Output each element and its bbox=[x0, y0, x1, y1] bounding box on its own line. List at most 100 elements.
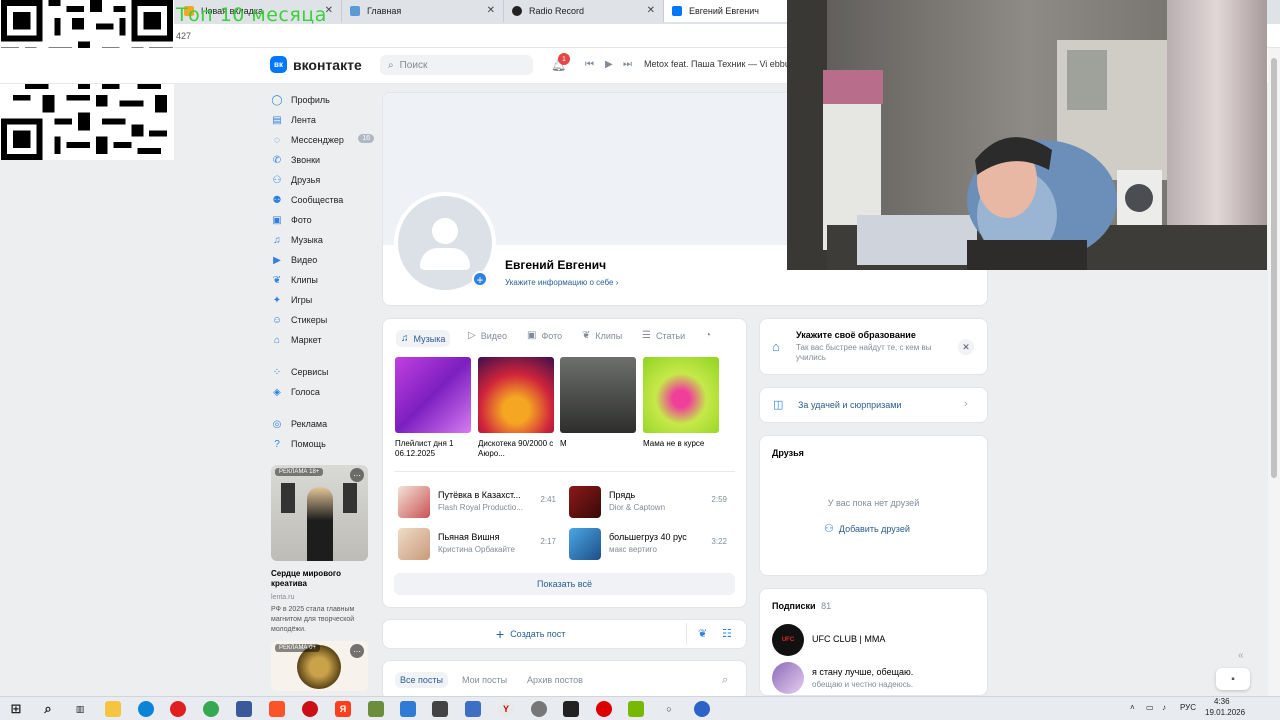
track-artist[interactable]: Dior & Captown bbox=[609, 503, 665, 512]
app-icon[interactable] bbox=[465, 701, 481, 717]
tab-my-posts[interactable]: Мои посты bbox=[462, 675, 507, 685]
album-card[interactable]: М bbox=[560, 357, 636, 449]
add-photo-icon[interactable]: + bbox=[472, 271, 488, 287]
nav-item-video[interactable]: ▶ Видео bbox=[270, 250, 380, 270]
tab-clips[interactable]: ❦ Клипы bbox=[582, 330, 622, 341]
nav-item-feed[interactable]: ▤ Лента bbox=[270, 110, 380, 130]
collapse-icon[interactable]: « bbox=[1238, 650, 1244, 661]
nav-item-music[interactable]: ♫ Музыка bbox=[270, 230, 380, 250]
chat-icon[interactable]: ▪ bbox=[1216, 668, 1250, 690]
friends-title[interactable]: Друзья bbox=[772, 448, 804, 458]
album-cover[interactable] bbox=[478, 357, 554, 433]
tab-archive[interactable]: Архив постов bbox=[527, 675, 583, 685]
album-cover[interactable] bbox=[395, 357, 471, 433]
album-card[interactable]: Плейлист дня 1 06.12.2025 bbox=[395, 357, 471, 459]
nav-item-calls[interactable]: ✆ Звонки bbox=[270, 150, 380, 170]
album-card[interactable]: Дискотека 90/2000 с Аюро... bbox=[478, 357, 554, 459]
nav-item-votes[interactable]: ◈ Голоса bbox=[270, 382, 380, 402]
network-icon[interactable]: ▭ bbox=[1146, 703, 1154, 712]
ad-block[interactable]: РЕКЛАМА 0+ ⋯ bbox=[271, 641, 368, 691]
education-title[interactable]: Укажите своё образование bbox=[796, 330, 916, 340]
app-icon[interactable]: ○ bbox=[661, 701, 677, 717]
task-view-icon[interactable]: ▥ bbox=[72, 701, 88, 717]
windows-start-icon[interactable]: ⊞ bbox=[8, 701, 24, 717]
app-icon[interactable] bbox=[694, 701, 710, 717]
search-icon[interactable]: ⌕ bbox=[40, 701, 56, 717]
ad-image[interactable]: РЕКЛАМА 0+ ⋯ bbox=[271, 641, 368, 691]
clips-icon[interactable]: ❦ bbox=[698, 627, 707, 640]
now-playing-track[interactable]: Metox feat. Паша Техник — Vi ebbu ( bbox=[644, 59, 795, 69]
app-icon[interactable] bbox=[432, 701, 448, 717]
browser-tab[interactable]: Главная ✕ bbox=[342, 0, 504, 22]
ad-block[interactable]: РЕКЛАМА 18+ ⋯ Сердце мирового креатива l… bbox=[271, 465, 368, 635]
nav-item-help[interactable]: ? Помощь bbox=[270, 434, 380, 454]
vk-logo-icon[interactable]: вк bbox=[270, 56, 287, 73]
group-avatar[interactable]: UFC bbox=[772, 624, 804, 656]
app-icon[interactable] bbox=[236, 701, 252, 717]
tab-more[interactable]: ◔ bbox=[705, 330, 716, 341]
album-title[interactable]: М bbox=[560, 439, 636, 449]
scrollbar-thumb[interactable] bbox=[1271, 58, 1277, 478]
opera-gx-icon[interactable] bbox=[302, 701, 318, 717]
volume-icon[interactable]: ♪ bbox=[1162, 703, 1166, 712]
previous-track-icon[interactable]: ⏮︎ bbox=[585, 59, 594, 70]
yandex-icon[interactable]: Y bbox=[498, 701, 514, 717]
album-cover[interactable] bbox=[643, 357, 719, 433]
group-avatar[interactable] bbox=[772, 662, 804, 694]
yandex-browser-icon[interactable]: Я bbox=[335, 701, 351, 717]
create-post-button[interactable]: + Создать пост bbox=[496, 626, 565, 642]
track-artist[interactable]: Flash Royal Productio... bbox=[438, 503, 523, 512]
nav-item-friends[interactable]: ⚇ Друзья bbox=[270, 170, 380, 190]
file-explorer-icon[interactable] bbox=[105, 701, 121, 717]
tab-music[interactable]: ♫ Музыка bbox=[396, 330, 451, 347]
ad-title[interactable]: Сердце мирового креатива bbox=[271, 569, 368, 589]
chrome-icon[interactable] bbox=[203, 701, 219, 717]
browser-tab[interactable]: Radio Record ✕ bbox=[504, 0, 664, 22]
nav-item-profile[interactable]: ◯ Профиль bbox=[270, 90, 380, 110]
subscriptions-header[interactable]: Подписки 81 bbox=[772, 601, 831, 611]
track-row[interactable]: Прядь Dior & Captown 2:59 bbox=[569, 486, 727, 518]
profile-info-link[interactable]: Укажите информацию о себе › bbox=[505, 278, 618, 287]
app-icon[interactable] bbox=[400, 701, 416, 717]
brave-icon[interactable] bbox=[269, 701, 285, 717]
album-card[interactable]: Мама не в курсе bbox=[643, 357, 719, 449]
nav-item-clips[interactable]: ❦ Клипы bbox=[270, 270, 380, 290]
nav-item-services[interactable]: ⁘ Сервисы bbox=[270, 362, 380, 382]
opera-icon[interactable] bbox=[170, 701, 186, 717]
brand-name[interactable]: вконтакте bbox=[293, 57, 362, 73]
clock-time[interactable]: 4:36 bbox=[1214, 697, 1230, 706]
tab-photo[interactable]: ▣ Фото bbox=[527, 330, 562, 341]
track-row[interactable]: большегруз 40 рус макс вертиго 3:22 bbox=[569, 528, 727, 560]
page-scrollbar[interactable] bbox=[1268, 48, 1280, 696]
chatgpt-icon[interactable] bbox=[531, 701, 547, 717]
album-cover[interactable] bbox=[560, 357, 636, 433]
album-title[interactable]: Плейлист дня 1 06.12.2025 bbox=[395, 439, 471, 459]
nvidia-icon[interactable] bbox=[628, 701, 644, 717]
nav-item-games[interactable]: ✦ Игры bbox=[270, 290, 380, 310]
album-title[interactable]: Дискотека 90/2000 с Аюро... bbox=[478, 439, 554, 459]
ad-image[interactable]: РЕКЛАМА 18+ ⋯ bbox=[271, 465, 368, 561]
track-artist[interactable]: макс вертиго bbox=[609, 545, 657, 554]
subscription-name[interactable]: UFC CLUB | MMA bbox=[812, 634, 885, 644]
nav-item-photo[interactable]: ▣ Фото bbox=[270, 210, 380, 230]
close-tab-icon[interactable]: ✕ bbox=[647, 5, 655, 16]
track-row[interactable]: Пьяная Вишня Кристина Орбакайте 2:17 bbox=[398, 528, 556, 560]
edge-icon[interactable] bbox=[138, 701, 154, 717]
add-friends-button[interactable]: ⚇ Добавить друзей bbox=[824, 522, 910, 535]
tab-video[interactable]: ▷ Видео bbox=[468, 330, 507, 341]
nav-item-messenger[interactable]: ◌ Мессенджер 16 bbox=[270, 130, 380, 150]
show-all-button[interactable]: Показать всё bbox=[394, 573, 735, 595]
subscription-name[interactable]: я стану лучше, обещаю. bbox=[812, 667, 913, 677]
clock-date[interactable]: 19.01.2026 bbox=[1205, 708, 1245, 717]
album-title[interactable]: Мама не в курсе bbox=[643, 439, 719, 449]
nav-item-groups[interactable]: ⚉ Сообщества bbox=[270, 190, 380, 210]
nav-item-stickers[interactable]: ☺ Стикеры bbox=[270, 310, 380, 330]
nav-item-ads[interactable]: ◎ Реклама bbox=[270, 414, 380, 434]
tab-articles[interactable]: ☰ Статьи bbox=[642, 330, 685, 341]
close-tab-icon[interactable]: ✕ bbox=[487, 5, 495, 16]
more-icon[interactable]: ⋯ bbox=[350, 468, 364, 482]
track-row[interactable]: Путёвка в Казахст... Flash Royal Product… bbox=[398, 486, 556, 518]
luck-link[interactable]: За удачей и сюрпризами bbox=[798, 400, 901, 410]
search-icon[interactable]: ⌕ bbox=[722, 674, 728, 687]
browser-tab-active[interactable]: Евгений Евгенич bbox=[664, 0, 788, 22]
